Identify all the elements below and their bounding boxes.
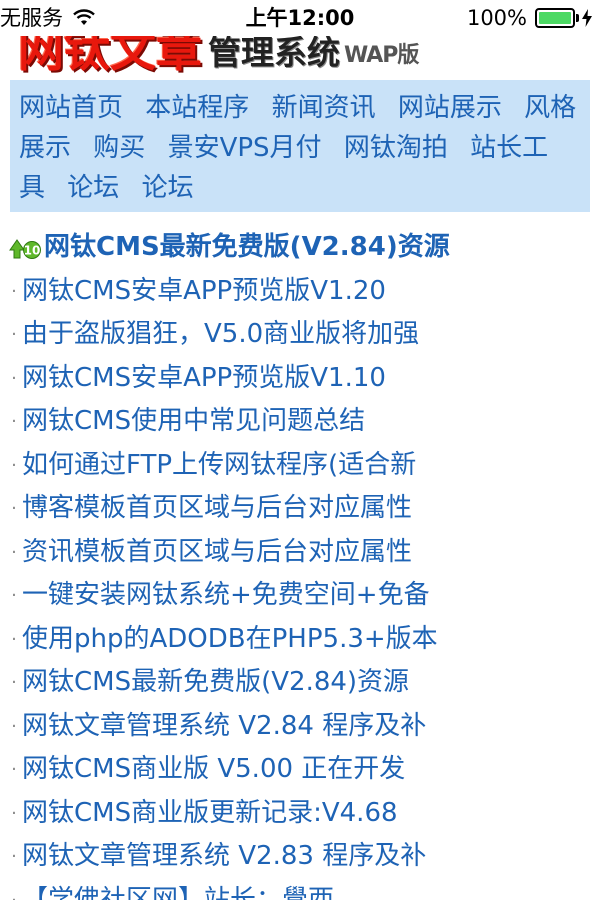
svg-text:10: 10 (24, 243, 41, 257)
status-bar: 无服务 上午12:00 100% (0, 0, 600, 36)
bullet-icon: · (11, 715, 17, 737)
logo-sub-text: 管理系统 (208, 33, 340, 72)
charging-bolt-icon (582, 9, 592, 27)
top-article-link[interactable]: 网钛CMS最新免费版(V2.84)资源 (44, 226, 450, 270)
article-link[interactable]: 一键安装网钛系统+免费空间+免备 (22, 574, 430, 618)
list-item[interactable]: · 一键安装网钛系统+免费空间+免备 (8, 574, 598, 618)
logo-wap-badge: WAP版 (344, 43, 419, 68)
bullet-icon: · (11, 541, 17, 563)
bullet-icon: · (11, 759, 17, 780)
nav-link[interactable]: 景安VPS月付 (168, 133, 322, 163)
list-item[interactable]: · 网钛CMS最新免费版(V2.84)资源 (8, 661, 598, 705)
article-link[interactable]: 博客模板首页区域与后台对应属性 (22, 487, 412, 531)
list-item[interactable]: · 网钛文章管理系统 V2.83 程序及补 (8, 835, 598, 879)
article-link[interactable]: 如何通过FTP上传网钛程序(适合新 (22, 444, 416, 488)
nav-link[interactable]: 网钛淘拍 (344, 133, 448, 163)
article-link[interactable]: 网钛CMS商业版 V5.00 正在开发 (22, 748, 405, 792)
battery-tip (576, 14, 579, 22)
nav-link[interactable]: 网站展示 (398, 93, 502, 123)
battery-icon (535, 8, 579, 28)
nav-link[interactable]: 论坛 (67, 173, 119, 203)
bullet-icon: · (11, 280, 17, 302)
nav-link[interactable]: 购买 (93, 133, 145, 163)
battery-body (535, 8, 575, 28)
bullet-icon: · (11, 628, 17, 650)
battery-percent: 100% (466, 6, 527, 30)
nav-link[interactable]: 论坛 (142, 173, 194, 203)
list-item[interactable]: · 由于盗版猖狂，V5.0商业版将加强 (8, 313, 598, 357)
bullet-icon: · (11, 802, 17, 824)
status-right: 100% (467, 0, 592, 36)
article-link[interactable]: 网钛CMS安卓APP预览版V1.10 (22, 357, 386, 401)
bullet-icon: · (11, 585, 17, 606)
list-item[interactable]: · 使用php的ADODB在PHP5.3+版本 (8, 618, 598, 662)
article-link[interactable]: 网钛文章管理系统 V2.84 程序及补 (22, 705, 426, 749)
article-link[interactable]: 由于盗版猖狂，V5.0商业版将加强 (22, 313, 419, 357)
article-link[interactable]: 使用php的ADODB在PHP5.3+版本 (22, 618, 438, 662)
battery-fill (539, 12, 571, 24)
bullet-icon: · (11, 454, 17, 476)
list-item[interactable]: · 资讯模板首页区域与后台对应属性 (8, 531, 598, 575)
list-item[interactable]: · 博客模板首页区域与后台对应属性 (8, 487, 598, 531)
article-link[interactable]: 网钛CMS使用中常见问题总结 (22, 400, 365, 444)
nav-link[interactable]: 新闻资讯 (272, 93, 376, 123)
article-link[interactable]: 网钛CMS最新免费版(V2.84)资源 (22, 661, 409, 705)
main-nav: 网站首页 本站程序 新闻资讯 网站展示 风格展示 购买 景安VPS月付 网钛淘拍… (10, 80, 590, 212)
nav-link[interactable]: 网站首页 (19, 93, 123, 123)
list-item[interactable]: · 网钛CMS安卓APP预览版V1.20 (8, 270, 598, 314)
bullet-icon: · (11, 498, 17, 519)
top10-icon: 10 (9, 238, 41, 259)
list-item[interactable]: · 如何通过FTP上传网钛程序(适合新 (8, 444, 598, 488)
list-item[interactable]: · 【学佛社区网】站长：覺西 (8, 879, 598, 900)
article-link[interactable]: 网钛CMS安卓APP预览版V1.20 (22, 270, 386, 314)
bullet-icon: · (11, 411, 17, 432)
article-link[interactable]: 网钛文章管理系统 V2.83 程序及补 (22, 835, 426, 879)
nav-link[interactable]: 本站程序 (145, 93, 249, 123)
article-link[interactable]: 资讯模板首页区域与后台对应属性 (22, 531, 412, 575)
article-link[interactable]: 网钛CMS商业版更新记录:V4.68 (22, 792, 398, 836)
bullet-icon: · (11, 367, 17, 389)
page: 无服务 上午12:00 100% 网钛文章 管理系统 WAP版 网站首页 本站程… (0, 0, 600, 900)
article-link[interactable]: 【学佛社区网】站长：覺西 (22, 879, 334, 900)
list-item[interactable]: · 网钛CMS使用中常见问题总结 (8, 400, 598, 444)
list-item[interactable]: · 网钛CMS商业版 V5.00 正在开发 (8, 748, 598, 792)
bullet-icon: · (11, 672, 17, 693)
bullet-icon: · (11, 846, 17, 867)
list-item[interactable]: · 网钛CMS安卓APP预览版V1.10 (8, 357, 598, 401)
article-list: 10 网钛CMS最新免费版(V2.84)资源 · 网钛CMS安卓APP预览版V1.… (8, 226, 598, 900)
top-article-item[interactable]: 10 网钛CMS最新免费版(V2.84)资源 (8, 226, 598, 270)
list-item[interactable]: · 网钛CMS商业版更新记录:V4.68 (8, 792, 598, 836)
list-item[interactable]: · 网钛文章管理系统 V2.84 程序及补 (8, 705, 598, 749)
bullet-icon: · (11, 889, 17, 900)
bullet-icon: · (11, 324, 17, 345)
